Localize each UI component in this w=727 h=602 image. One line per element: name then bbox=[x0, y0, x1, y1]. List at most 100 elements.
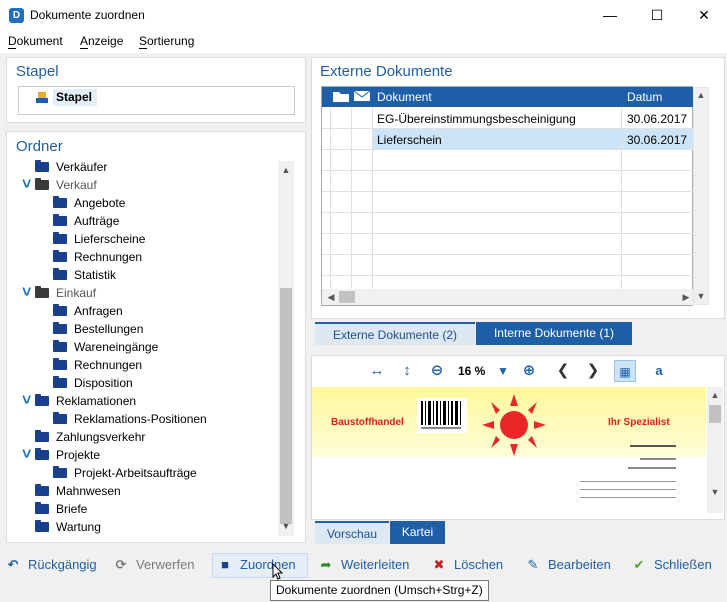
column-datum[interactable]: Datum bbox=[627, 90, 662, 104]
close-button[interactable]: ✕ bbox=[681, 0, 727, 31]
preview-scroll-up[interactable]: ▲ bbox=[707, 390, 723, 400]
mouse-cursor bbox=[272, 562, 284, 581]
edit-label: Bearbeiten bbox=[548, 557, 611, 572]
discard-label: Verwerfen bbox=[136, 557, 195, 572]
tab-kartei[interactable]: Kartei bbox=[390, 521, 445, 544]
discard-icon: ⟳ bbox=[115, 557, 127, 572]
grid-vscrollbar[interactable] bbox=[693, 87, 709, 305]
tree-scroll-down[interactable]: ▼ bbox=[278, 521, 294, 531]
delete-button[interactable]: ✖ Löschen bbox=[430, 554, 504, 576]
undo-label: Rückgängig bbox=[28, 557, 97, 572]
chevron-down-icon[interactable]: ˅ bbox=[22, 176, 32, 194]
minimize-button[interactable]: — bbox=[587, 0, 633, 31]
tree-item-label: Angebote bbox=[74, 196, 126, 210]
menu-sortierung[interactable]: Sortierung bbox=[139, 34, 194, 48]
grid-hscroll-thumb[interactable] bbox=[339, 291, 355, 303]
folder-icon bbox=[35, 430, 49, 442]
edit-button[interactable]: ✎ Bearbeiten bbox=[524, 554, 611, 576]
tree-item-label: Wareneingänge bbox=[74, 340, 159, 354]
tree-item-label: Anfragen bbox=[74, 304, 123, 318]
folder-icon bbox=[35, 520, 49, 532]
assign-label: Zuordnen bbox=[240, 557, 296, 572]
tree-item-label: Aufträge bbox=[74, 214, 120, 228]
grid-scroll-down[interactable]: ▼ bbox=[693, 291, 709, 301]
table-row[interactable]: EG-Übereinstimmungsbescheinigung 30.06.2… bbox=[322, 108, 693, 129]
menu-sortierung-label: Sortierung bbox=[139, 34, 195, 48]
folder-icon bbox=[53, 322, 67, 334]
preview-scroll-down[interactable]: ▼ bbox=[707, 487, 723, 497]
tab-vorschau[interactable]: Vorschau bbox=[315, 521, 389, 544]
forward-icon: ➦ bbox=[320, 557, 332, 572]
stapel-item[interactable]: Stapel bbox=[53, 89, 97, 106]
tree-item-label: Mahnwesen bbox=[56, 484, 121, 498]
folder-icon bbox=[35, 484, 49, 496]
grid-scroll-right[interactable]: ▶ bbox=[681, 292, 691, 303]
app-icon: D bbox=[9, 8, 24, 23]
tree-item-label: Rechnungen bbox=[74, 358, 143, 372]
tree-item-label: Zahlungsverkehr bbox=[56, 430, 146, 444]
delete-label: Löschen bbox=[454, 557, 504, 572]
next-page-icon[interactable]: ❯ bbox=[582, 360, 604, 382]
ordner-title: Ordner bbox=[16, 138, 63, 155]
maximize-button[interactable]: ☐ bbox=[634, 0, 680, 31]
chevron-down-icon[interactable]: ▼ bbox=[492, 360, 514, 382]
zoom-level: 16 % bbox=[458, 364, 486, 378]
tree-item-label: Rechnungen bbox=[74, 250, 143, 264]
tab-externe-dokumente[interactable]: Externe Dokumente (2) bbox=[315, 322, 475, 345]
folder-icon bbox=[53, 376, 67, 388]
grid-header: Dokument Datum bbox=[322, 87, 693, 107]
tree-item-label: Einkauf bbox=[56, 286, 97, 300]
tree-item-label: Projekt-Arbeitsaufträge bbox=[74, 466, 197, 480]
window-title: Dokumente zuordnen bbox=[30, 8, 145, 22]
tree-item-label: Disposition bbox=[74, 376, 133, 390]
fit-width-icon[interactable]: ↔ bbox=[366, 360, 388, 382]
grid-scroll-up[interactable]: ▲ bbox=[693, 90, 709, 100]
tree-item-label: Reklamations-Positionen bbox=[74, 412, 207, 426]
chevron-down-icon[interactable]: ˅ bbox=[22, 446, 32, 464]
menu-dokument-label: Dokument bbox=[8, 34, 63, 48]
doc-slogan: Ihr Spezialist bbox=[608, 417, 670, 428]
table-row-selected[interactable]: Lieferschein 30.06.2017 bbox=[322, 129, 693, 150]
folder-icon bbox=[35, 160, 49, 172]
folder-icon bbox=[35, 286, 49, 298]
grid-hscrollbar[interactable] bbox=[322, 289, 693, 305]
tree-scroll-up[interactable]: ▲ bbox=[278, 165, 294, 175]
doc-company-name: Baustoffhandel bbox=[331, 417, 404, 428]
forward-button[interactable]: ➦ Weiterleiten bbox=[317, 554, 410, 576]
tree-item-label: Bestellungen bbox=[74, 322, 144, 336]
folder-icon bbox=[53, 340, 67, 352]
zoom-in-icon[interactable]: ⊕ bbox=[518, 360, 540, 382]
fit-height-icon[interactable]: ↕ bbox=[396, 360, 418, 382]
checkmark-icon: ✔ bbox=[633, 557, 645, 572]
column-dokument[interactable]: Dokument bbox=[377, 90, 432, 104]
barcode-graphic bbox=[417, 398, 467, 433]
text-view-icon[interactable]: a bbox=[648, 360, 670, 382]
tree-item-label: Wartung bbox=[56, 520, 101, 534]
close-action-button[interactable]: ✔ Schließen bbox=[630, 554, 712, 576]
undo-button[interactable]: ↶ Rückgängig bbox=[4, 554, 97, 576]
tab-interne-dokumente[interactable]: Interne Dokumente (1) bbox=[476, 322, 632, 345]
folder-icon bbox=[53, 466, 67, 478]
tree-item-label: Briefe bbox=[56, 502, 88, 516]
externe-title: Externe Dokumente bbox=[320, 63, 453, 80]
chevron-down-icon[interactable]: ˅ bbox=[22, 392, 32, 410]
preview-scroll-thumb[interactable] bbox=[709, 405, 721, 423]
stapel-title: Stapel bbox=[16, 63, 59, 80]
discard-button[interactable]: ⟳ Verwerfen bbox=[112, 554, 195, 576]
folder-header-icon bbox=[332, 89, 350, 106]
tree-item-label: Lieferscheine bbox=[74, 232, 146, 246]
tree-item-label: Verkäufer bbox=[56, 160, 108, 174]
folder-icon bbox=[53, 196, 67, 208]
folder-icon bbox=[53, 214, 67, 226]
menu-anzeige[interactable]: Anzeige bbox=[80, 34, 123, 48]
image-view-icon[interactable]: ▦ bbox=[614, 360, 636, 382]
folder-icon bbox=[53, 268, 67, 280]
previous-page-icon[interactable]: ❮ bbox=[552, 360, 574, 382]
grid-scroll-left[interactable]: ◀ bbox=[326, 292, 336, 303]
zoom-out-icon[interactable]: ⊖ bbox=[426, 360, 448, 382]
edit-icon: ✎ bbox=[527, 557, 539, 572]
menu-dokument[interactable]: Dokument bbox=[8, 34, 63, 48]
chevron-down-icon[interactable]: ˅ bbox=[22, 284, 32, 302]
tree-scroll-thumb[interactable] bbox=[280, 288, 292, 524]
tooltip: Dokumente zuordnen (Umsch+Strg+Z) bbox=[270, 580, 489, 601]
